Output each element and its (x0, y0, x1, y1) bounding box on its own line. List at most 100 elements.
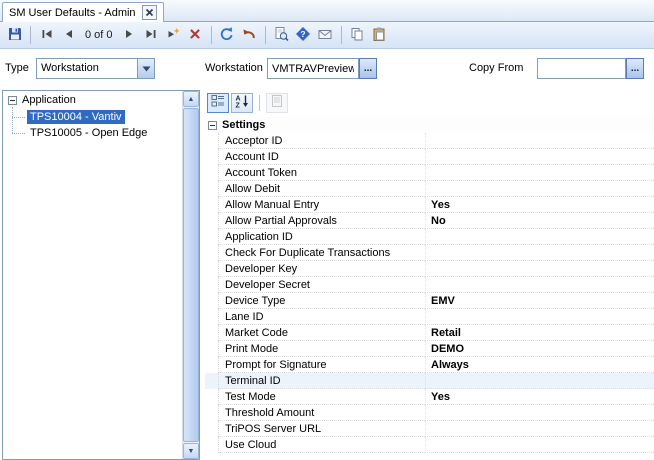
property-row[interactable]: Print ModeDEMO (205, 341, 654, 357)
property-row[interactable]: Prompt for SignatureAlways (205, 357, 654, 373)
add-record-button[interactable] (163, 25, 184, 46)
tree-root-application[interactable]: Application (3, 91, 199, 109)
tree-scrollbar[interactable]: ▲ ▼ (182, 91, 199, 459)
property-row[interactable]: Check For Duplicate Transactions (205, 245, 654, 261)
workstation-browse-button[interactable]: ... (359, 58, 377, 79)
tree-item[interactable]: TPS10005 - Open Edge (3, 125, 199, 141)
property-rows: Acceptor IDAccount IDAccount TokenAllow … (205, 133, 654, 453)
copy-button[interactable] (347, 25, 368, 46)
property-value[interactable]: Always (425, 357, 654, 373)
category-row-settings[interactable]: Settings (205, 117, 654, 133)
property-name: TriPOS Server URL (219, 421, 425, 437)
previous-record-button[interactable] (58, 25, 79, 46)
property-row[interactable]: Use Cloud (205, 437, 654, 453)
scrollbar-thumb[interactable] (183, 108, 199, 442)
property-row[interactable]: Application ID (205, 229, 654, 245)
property-value[interactable] (425, 421, 654, 437)
property-name: Acceptor ID (219, 133, 425, 149)
tab-sm-user-defaults[interactable]: SM User Defaults - Admin (2, 2, 164, 22)
property-row[interactable]: Developer Secret (205, 277, 654, 293)
tab-close-icon[interactable] (142, 5, 157, 20)
undo-button[interactable] (239, 25, 260, 46)
chevron-down-icon[interactable] (137, 59, 154, 78)
first-record-button[interactable] (36, 25, 57, 46)
workstation-label: Workstation (205, 62, 263, 74)
type-combobox[interactable]: Workstation (36, 58, 155, 79)
property-row[interactable]: Account ID (205, 149, 654, 165)
categorized-button[interactable] (207, 93, 229, 113)
property-row-gutter (205, 309, 219, 325)
collapse-minus-icon[interactable] (8, 96, 17, 105)
property-row[interactable]: Terminal ID (205, 373, 654, 389)
property-row-gutter (205, 373, 219, 389)
property-row[interactable]: TriPOS Server URL (205, 421, 654, 437)
last-record-button[interactable] (141, 25, 162, 46)
property-name: Prompt for Signature (219, 357, 425, 373)
property-row-gutter (205, 421, 219, 437)
property-value[interactable] (425, 405, 654, 421)
property-row[interactable]: Threshold Amount (205, 405, 654, 421)
property-value[interactable]: EMV (425, 293, 654, 309)
property-value[interactable] (425, 229, 654, 245)
collapse-minus-icon[interactable] (208, 121, 217, 130)
property-value[interactable] (425, 261, 654, 277)
svg-text:Z: Z (236, 103, 241, 109)
property-row[interactable]: Developer Key (205, 261, 654, 277)
scroll-up-icon[interactable]: ▲ (183, 91, 199, 107)
add-record-icon (165, 26, 181, 45)
property-value[interactable]: DEMO (425, 341, 654, 357)
property-row[interactable]: Account Token (205, 165, 654, 181)
property-value[interactable] (425, 245, 654, 261)
save-button[interactable] (4, 25, 25, 46)
property-row[interactable]: Test ModeYes (205, 389, 654, 405)
toolbar-separator (211, 26, 212, 44)
property-row-gutter (205, 165, 219, 181)
alphabetical-sort-button[interactable]: AZ (231, 93, 253, 113)
property-value[interactable] (425, 277, 654, 293)
property-value[interactable] (425, 373, 654, 389)
property-value[interactable]: Retail (425, 325, 654, 341)
first-record-icon (39, 26, 55, 45)
property-row-gutter (205, 245, 219, 261)
property-row[interactable]: Allow Manual EntryYes (205, 197, 654, 213)
property-value[interactable]: Yes (425, 197, 654, 213)
property-value[interactable]: Yes (425, 389, 654, 405)
tab-title: SM User Defaults - Admin (9, 7, 136, 19)
property-row[interactable]: Acceptor ID (205, 133, 654, 149)
property-value[interactable]: No (425, 213, 654, 229)
property-row[interactable]: Market CodeRetail (205, 325, 654, 341)
property-name: Account ID (219, 149, 425, 165)
tree-item[interactable]: TPS10004 - Vantiv (3, 109, 199, 125)
copy-from-input[interactable] (537, 58, 626, 79)
print-preview-button[interactable] (271, 25, 292, 46)
email-button[interactable] (315, 25, 336, 46)
property-row[interactable]: Lane ID (205, 309, 654, 325)
property-row[interactable]: Allow Debit (205, 181, 654, 197)
refresh-icon (219, 26, 235, 45)
scroll-down-icon[interactable]: ▼ (183, 443, 199, 459)
az-sort-icon: AZ (235, 94, 249, 111)
property-row[interactable]: Allow Partial ApprovalsNo (205, 213, 654, 229)
property-name: Market Code (219, 325, 425, 341)
property-name: Threshold Amount (219, 405, 425, 421)
delete-record-button[interactable] (185, 25, 206, 46)
paste-button[interactable] (369, 25, 390, 46)
app-window: SM User Defaults - Admin 0 of 0 (0, 0, 654, 460)
property-row-gutter (205, 229, 219, 245)
property-value[interactable] (425, 149, 654, 165)
property-value[interactable] (425, 309, 654, 325)
property-row-gutter (205, 213, 219, 229)
workstation-input[interactable] (267, 58, 359, 79)
property-value[interactable] (425, 437, 654, 453)
property-value[interactable] (425, 133, 654, 149)
property-row[interactable]: Device TypeEMV (205, 293, 654, 309)
previous-record-icon (61, 26, 77, 45)
copy-from-browse-button[interactable]: ... (626, 58, 644, 79)
property-name: Account Token (219, 165, 425, 181)
refresh-button[interactable] (217, 25, 238, 46)
next-record-button[interactable] (119, 25, 140, 46)
help-button[interactable]: ? (293, 25, 314, 46)
property-value[interactable] (425, 181, 654, 197)
property-row-gutter (205, 181, 219, 197)
property-value[interactable] (425, 165, 654, 181)
